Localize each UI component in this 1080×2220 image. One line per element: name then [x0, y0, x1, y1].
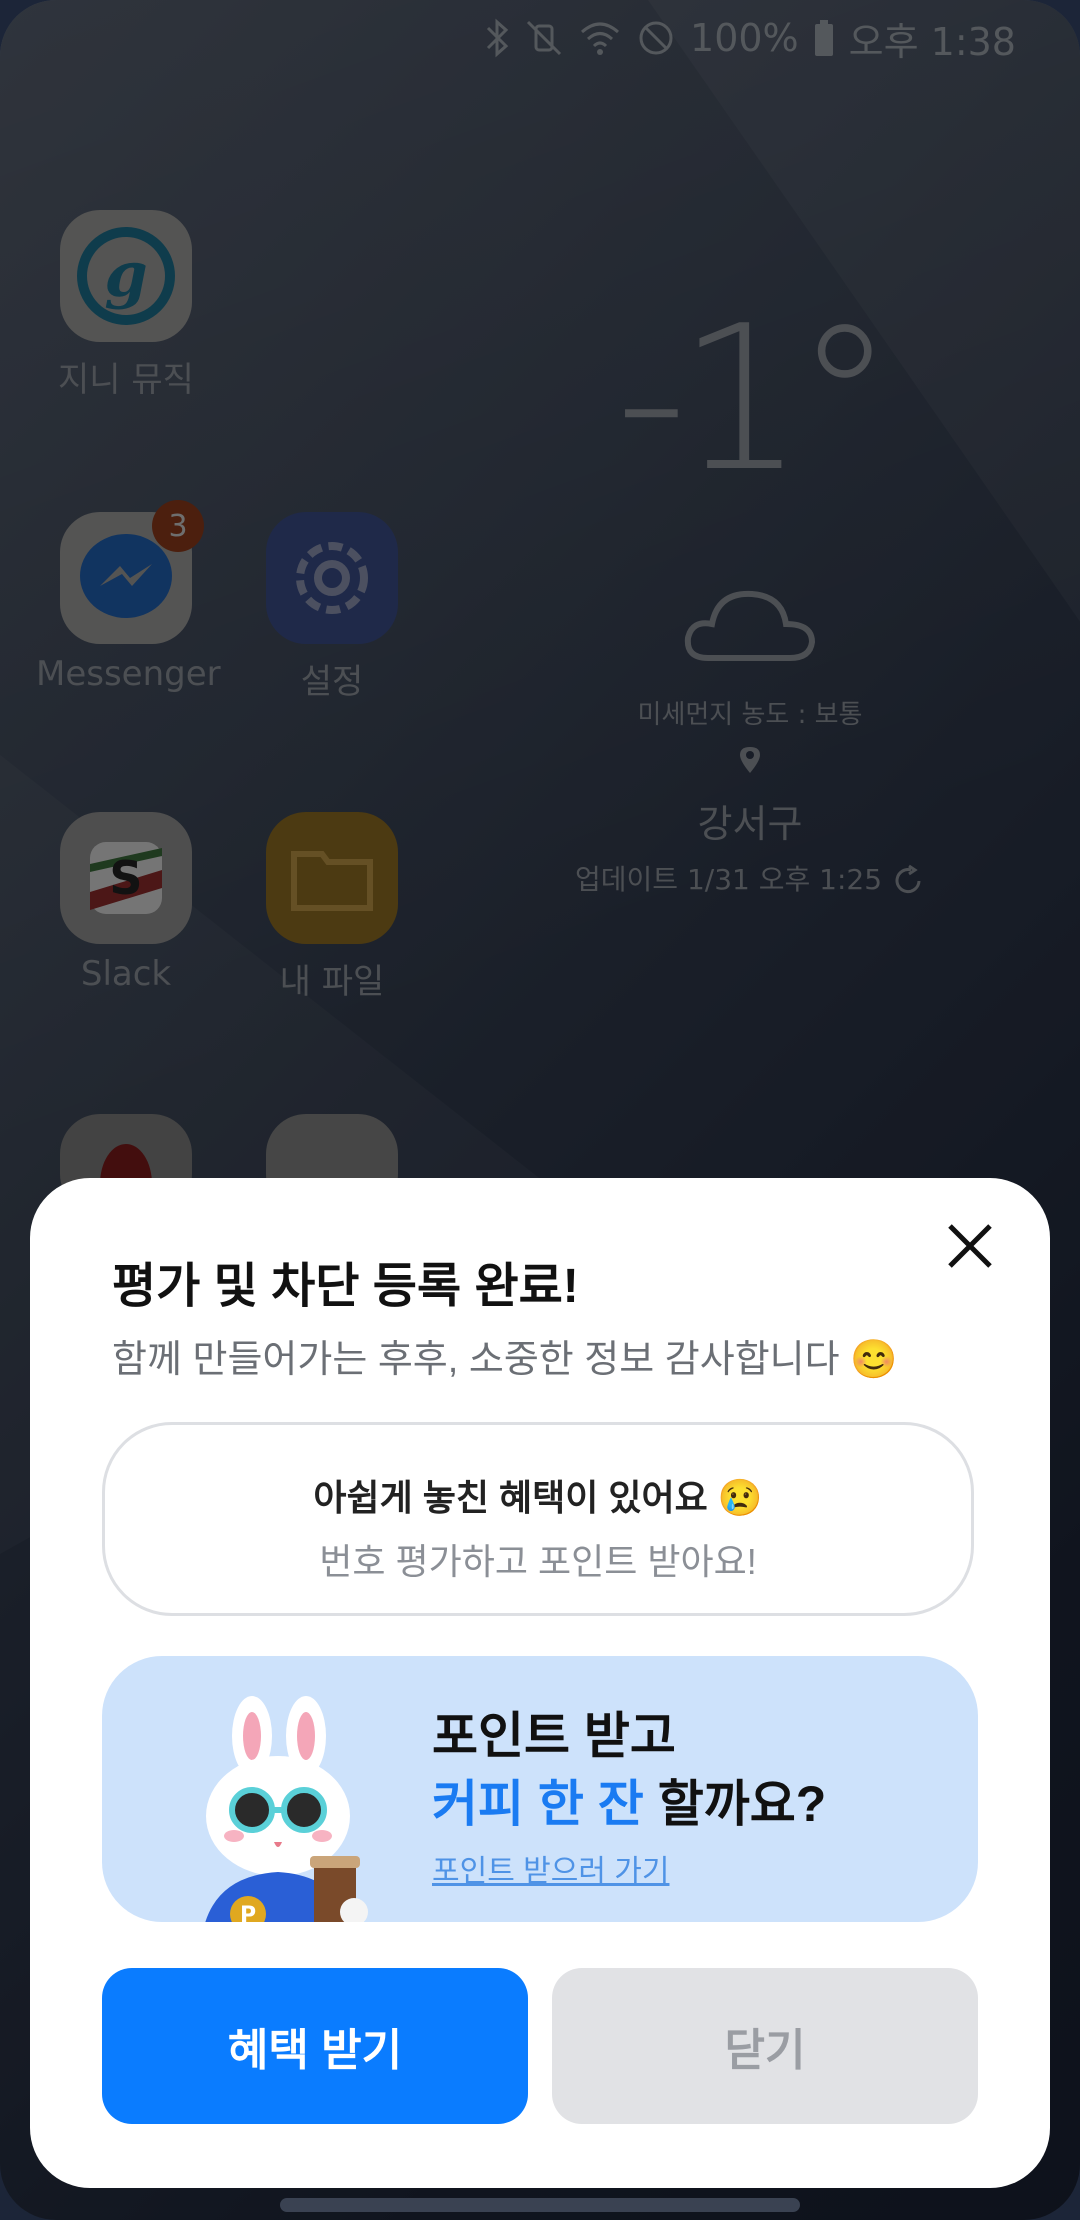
svg-text:P: P	[240, 1903, 256, 1922]
notice-headline: 아쉽게 놓친 혜택이 있어요 😢	[313, 1477, 763, 1518]
close-button[interactable]: 닫기	[552, 1968, 978, 2124]
notice-description: 번호 평가하고 포인트 받아요!	[319, 1541, 757, 1582]
home-indicator	[280, 2198, 800, 2212]
get-benefit-button[interactable]: 혜택 받기	[102, 1968, 528, 2124]
result-bottom-sheet: 평가 및 차단 등록 완료! 함께 만들어가는 후후, 소중한 정보 감사합니다…	[30, 1178, 1050, 2188]
sheet-subtitle: 함께 만들어가는 후후, 소중한 정보 감사합니다 😊	[112, 1339, 898, 1381]
promo-headline: 포인트 받고	[432, 1708, 676, 1764]
screen: 100% 오후 1:38 g 지니 뮤직 3 Messenger 설정 S Sl…	[0, 0, 1080, 2220]
promo-highlight: 커피 한 잔	[432, 1776, 644, 1832]
missed-benefit-notice: 아쉽게 놓친 혜택이 있어요 😢 번호 평가하고 포인트 받아요!	[102, 1422, 974, 1616]
close-icon[interactable]	[942, 1218, 998, 1274]
rabbit-mascot-icon: P	[205, 1696, 368, 1922]
promo-subheadline-rest: 할까요?	[643, 1776, 827, 1832]
sheet-title: 평가 및 차단 등록 완료!	[112, 1260, 579, 1313]
coffee-promo-banner[interactable]: P 포인트 받고 커피 한 잔 할까요? 포인트 받으러 가기	[102, 1656, 978, 1922]
get-points-link[interactable]: 포인트 받으러 가기	[432, 1846, 669, 1890]
promo-subheadline: 커피 한 잔 할까요?	[432, 1764, 826, 1836]
